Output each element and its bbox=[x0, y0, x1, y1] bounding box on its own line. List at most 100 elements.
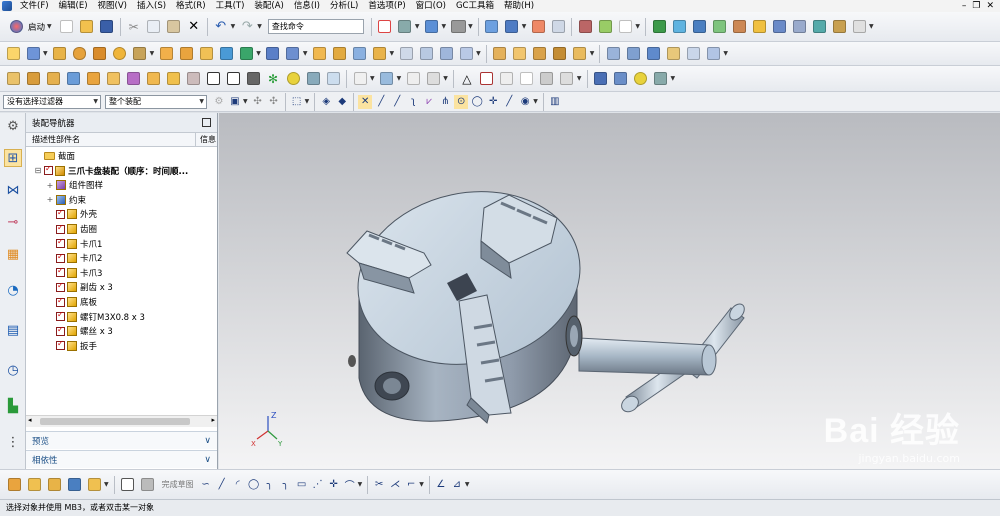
visibility-checkbox[interactable] bbox=[56, 208, 65, 219]
reference-set-icon[interactable] bbox=[830, 18, 848, 36]
sequence-icon[interactable] bbox=[790, 18, 808, 36]
tree-node[interactable]: + 约束 bbox=[46, 193, 86, 207]
reuse-library-tab-icon[interactable]: ▦ bbox=[4, 245, 22, 263]
work-layer-icon[interactable] bbox=[503, 18, 521, 36]
snap-curve-icon[interactable]: ʅ bbox=[406, 95, 420, 109]
background-color-icon[interactable] bbox=[449, 18, 467, 36]
menu-help[interactable]: 帮助(H) bbox=[499, 0, 539, 12]
select-features-icon[interactable]: ◈ bbox=[319, 95, 333, 109]
menu-window[interactable]: 窗口(O) bbox=[411, 0, 451, 12]
delete-icon[interactable]: ✕ bbox=[185, 18, 203, 36]
expand-toggle-icon[interactable]: + bbox=[46, 195, 54, 204]
menu-preferences[interactable]: 首选项(P) bbox=[363, 0, 410, 12]
visibility-checkbox[interactable] bbox=[44, 164, 53, 176]
delete-face-icon[interactable] bbox=[531, 45, 549, 63]
redo-icon[interactable]: ↷ bbox=[238, 18, 256, 36]
spring-icon[interactable] bbox=[184, 70, 202, 88]
tree-node[interactable]: 卡爪1 bbox=[46, 237, 102, 251]
menu-view[interactable]: 视图(V) bbox=[93, 0, 132, 12]
history-icon[interactable]: ▤ bbox=[4, 321, 22, 339]
offset-curve-icon[interactable] bbox=[424, 70, 442, 88]
horizontal-scrollbar[interactable]: ◂ ▸ bbox=[26, 415, 217, 427]
point-icon[interactable] bbox=[237, 45, 255, 63]
column-info[interactable]: 信息 bbox=[196, 133, 216, 146]
wire-icon[interactable] bbox=[538, 70, 556, 88]
wrench-part[interactable] bbox=[578, 301, 747, 415]
visibility-checkbox[interactable] bbox=[56, 252, 65, 263]
assembly-navigator-icon[interactable]: ⊞ bbox=[4, 149, 22, 167]
snap-on-surface-icon[interactable]: ◉ bbox=[518, 95, 532, 109]
chevron-down-icon[interactable]: ▼ bbox=[476, 50, 481, 57]
chevron-down-icon[interactable]: ▼ bbox=[305, 98, 310, 105]
line-icon[interactable]: ╱ bbox=[215, 478, 229, 492]
add-component-icon[interactable] bbox=[650, 18, 668, 36]
expand-toggle-icon[interactable]: ⊟ bbox=[34, 166, 42, 175]
chevron-down-icon[interactable]: ▼ bbox=[522, 23, 527, 30]
chevron-down-icon[interactable]: ▼ bbox=[243, 98, 248, 105]
menu-insert[interactable]: 插入(S) bbox=[132, 0, 171, 12]
scale-body-icon[interactable] bbox=[417, 45, 435, 63]
trim-curve-icon[interactable] bbox=[404, 70, 422, 88]
selection-filter-select[interactable]: 没有选择过滤器 bbox=[3, 94, 101, 109]
chevron-down-icon[interactable]: ▼ bbox=[533, 98, 538, 105]
tree-node[interactable]: 外壳 bbox=[46, 207, 97, 221]
assembly-icon[interactable] bbox=[5, 476, 23, 494]
binoculars-icon[interactable] bbox=[244, 70, 262, 88]
gear-design-icon[interactable] bbox=[164, 70, 182, 88]
chamfer-icon[interactable] bbox=[284, 45, 302, 63]
remove-select-icon[interactable]: ✣ bbox=[267, 95, 281, 109]
macro-icon[interactable] bbox=[124, 70, 142, 88]
extrude-icon[interactable] bbox=[24, 45, 42, 63]
pattern-icon[interactable] bbox=[197, 45, 215, 63]
snap-midpoint-icon[interactable]: ╱ bbox=[374, 95, 388, 109]
dependency-panel-header[interactable]: 相依性 ∨ bbox=[26, 450, 217, 468]
chevron-down-icon[interactable]: ▼ bbox=[468, 23, 473, 30]
minimize-icon[interactable]: – bbox=[962, 1, 967, 11]
select-all-icon[interactable]: ▣ bbox=[228, 95, 242, 109]
chevron-down-icon[interactable]: ▼ bbox=[303, 50, 308, 57]
chevron-down-icon[interactable]: ▼ bbox=[231, 23, 236, 30]
undo-icon[interactable]: ↶ bbox=[212, 18, 230, 36]
system-materials-icon[interactable]: ▙ bbox=[4, 397, 22, 415]
chevron-down-icon[interactable]: ▼ bbox=[43, 50, 48, 57]
chevron-down-icon[interactable]: ▼ bbox=[577, 75, 582, 82]
tree-node[interactable]: 卡爪2 bbox=[46, 251, 102, 265]
selection-icon[interactable] bbox=[596, 18, 614, 36]
general-filter-icon[interactable]: ⚙ bbox=[212, 95, 226, 109]
expression-icon[interactable] bbox=[4, 70, 22, 88]
preview-panel-header[interactable]: 预览 ∨ bbox=[26, 431, 217, 449]
block-icon[interactable] bbox=[51, 45, 69, 63]
tree-node[interactable]: 齿圈 bbox=[46, 222, 97, 236]
component-array-icon[interactable] bbox=[710, 18, 728, 36]
menu-format[interactable]: 格式(R) bbox=[171, 0, 211, 12]
finish-sketch-label[interactable]: 完成草图 bbox=[162, 479, 194, 490]
chamfer-sketch-icon[interactable]: ╮ bbox=[279, 478, 293, 492]
quick-extend-icon[interactable]: ⋌ bbox=[388, 478, 402, 492]
visibility-checkbox[interactable] bbox=[56, 310, 65, 322]
new-file-icon[interactable] bbox=[58, 18, 76, 36]
paste-icon[interactable] bbox=[165, 18, 183, 36]
pencil-icon[interactable] bbox=[378, 70, 396, 88]
rectangle-icon[interactable]: ▭ bbox=[295, 478, 309, 492]
maximize-icon[interactable] bbox=[202, 118, 211, 127]
chevron-down-icon[interactable]: ▼ bbox=[590, 50, 595, 57]
snap-line-icon[interactable]: ╱ bbox=[390, 95, 404, 109]
studio-surface-icon[interactable] bbox=[664, 45, 682, 63]
part-navigator-icon[interactable]: ⊸ bbox=[4, 213, 22, 231]
visibility-checkbox[interactable] bbox=[56, 223, 65, 234]
scroll-thumb[interactable] bbox=[40, 418, 190, 425]
fastener-assembly-icon[interactable] bbox=[652, 70, 670, 88]
spline-icon[interactable]: ⌒ bbox=[343, 478, 357, 492]
visibility-checkbox[interactable] bbox=[56, 266, 65, 278]
constraint-navigator-icon[interactable]: ⋈ bbox=[4, 181, 22, 199]
table-icon[interactable] bbox=[478, 70, 496, 88]
save-icon[interactable] bbox=[98, 18, 116, 36]
quick-trim-icon[interactable]: ✂ bbox=[372, 478, 386, 492]
chevron-down-icon[interactable]: ▼ bbox=[723, 50, 728, 57]
chevron-down-icon[interactable]: ▼ bbox=[397, 75, 402, 82]
add-component-icon[interactable] bbox=[25, 476, 43, 494]
spreadsheet-icon[interactable] bbox=[24, 70, 42, 88]
arc-dimension-icon[interactable] bbox=[351, 70, 369, 88]
sketch-task-icon[interactable] bbox=[119, 476, 137, 494]
ball-icon[interactable] bbox=[284, 70, 302, 88]
